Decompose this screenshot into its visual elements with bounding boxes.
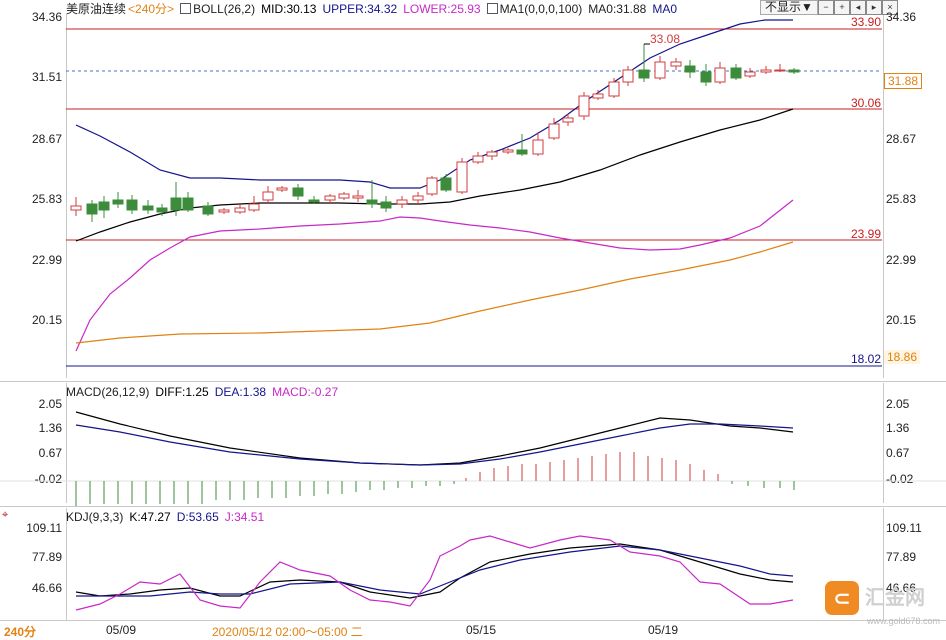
candle-body	[366, 199, 378, 205]
candle-body	[608, 81, 620, 97]
kdj-j-line	[75, 535, 794, 611]
price-chart-svg[interactable]	[0, 0, 946, 637]
candle-body	[292, 187, 304, 197]
candle-body	[262, 191, 274, 201]
boll-upper-line	[75, 19, 793, 189]
candle-body	[654, 61, 666, 79]
brand-logo-icon: ⊂	[825, 581, 859, 615]
candle-body	[714, 67, 726, 83]
candle-body	[456, 161, 468, 193]
candle-body	[670, 61, 682, 67]
candle-body	[156, 207, 168, 213]
candle-body	[426, 177, 438, 195]
candle-body	[486, 151, 498, 157]
candle-body	[98, 201, 110, 211]
candle-body	[86, 203, 98, 215]
candle-body	[380, 201, 392, 209]
brand-logo: ⊂ 汇金网	[825, 581, 925, 615]
candle-body	[622, 69, 634, 83]
brand-site: www.gold678.com	[867, 616, 941, 626]
candle-body	[730, 67, 742, 79]
candle-body	[112, 199, 124, 205]
candle-body	[248, 203, 260, 211]
candle-body	[684, 65, 696, 73]
boll-lower-line	[75, 199, 794, 352]
candle-body	[170, 197, 182, 211]
candle-body	[532, 139, 544, 155]
candle-body	[562, 117, 574, 123]
candle-body	[760, 69, 772, 73]
candle-body	[472, 155, 484, 163]
brand-name: 汇金网	[865, 587, 925, 609]
candle-body	[516, 149, 528, 155]
candle-body	[308, 199, 320, 203]
candle-body	[234, 207, 246, 213]
candle-body	[70, 205, 82, 211]
candle-body	[276, 187, 288, 191]
candle-body	[338, 193, 350, 199]
candle-body	[592, 93, 604, 99]
candle-body	[788, 69, 800, 73]
candle-body	[440, 177, 452, 191]
macd-dea-line	[75, 423, 794, 466]
ma-line	[75, 241, 794, 344]
candle-body	[502, 149, 514, 153]
candle-body	[142, 205, 154, 211]
candle-body	[182, 197, 194, 211]
candle-body	[700, 71, 712, 83]
candle-body	[218, 209, 230, 213]
candle-body	[638, 69, 650, 79]
candle-body	[412, 195, 424, 201]
candle-body	[202, 205, 214, 215]
candle-body	[396, 199, 408, 205]
candle-body	[744, 71, 756, 77]
candle-body	[578, 95, 590, 117]
candle-body	[548, 123, 560, 139]
candle-body	[352, 195, 364, 199]
candle-body	[126, 199, 138, 211]
macd-diff-line	[75, 411, 794, 466]
boll-mid-line	[75, 108, 794, 242]
candle-body	[324, 195, 336, 201]
candle-body	[774, 69, 786, 72]
kdj-k-line	[75, 543, 794, 599]
